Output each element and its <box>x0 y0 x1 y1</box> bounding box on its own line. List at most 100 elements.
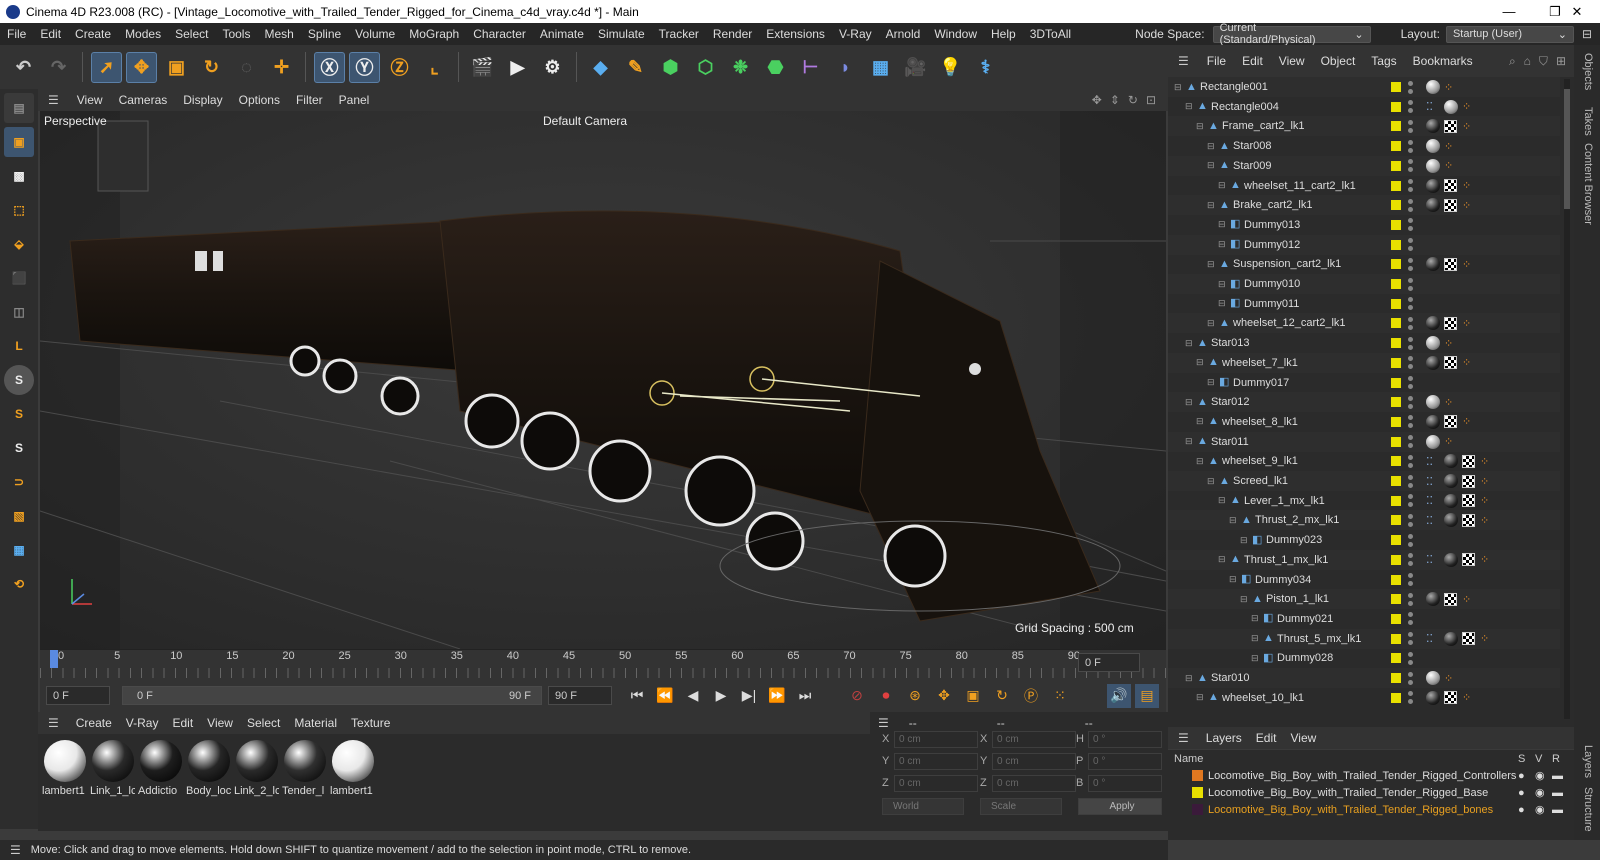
size-x-field[interactable]: 0 cm <box>992 731 1076 748</box>
pen-icon[interactable]: ✎ <box>620 52 651 83</box>
material-menu-texture[interactable]: Texture <box>344 716 397 730</box>
menu-item-arnold[interactable]: Arnold <box>879 27 928 41</box>
coordinate-system-icon[interactable]: ⌞ <box>419 52 450 83</box>
new-window-icon[interactable]: ⊞ <box>1556 54 1566 69</box>
material-name[interactable]: Addictio <box>138 785 183 797</box>
expand-toggle-icon[interactable]: ⊟ <box>1196 416 1204 427</box>
material-tag-icon[interactable] <box>1426 139 1440 154</box>
uvw-tag-icon[interactable] <box>1444 592 1457 606</box>
display-tag-icon[interactable]: ⁚⁚ <box>1426 553 1433 566</box>
visibility-dots-icon[interactable] <box>1408 198 1413 212</box>
visibility-dots-icon[interactable] <box>1408 119 1413 133</box>
uvw-tag-icon[interactable] <box>1444 415 1457 429</box>
menu-item-tools[interactable]: Tools <box>215 27 257 41</box>
visibility-dots-icon[interactable] <box>1408 316 1413 330</box>
layer-color-icon[interactable] <box>1391 101 1401 112</box>
visibility-dots-icon[interactable] <box>1408 356 1413 370</box>
material-tag-icon[interactable] <box>1426 414 1440 429</box>
material-swatch[interactable] <box>44 740 86 782</box>
apply-button[interactable]: Apply <box>1078 798 1162 815</box>
constraint-tag-icon[interactable]: ⁘ <box>1462 317 1471 330</box>
material-tag-icon[interactable] <box>1444 513 1458 528</box>
material-swatch[interactable] <box>284 740 326 782</box>
layer-color-icon[interactable] <box>1391 416 1401 427</box>
object-row[interactable]: ⊟ ◧ Dummy010 <box>1168 274 1560 294</box>
render-toggle-icon[interactable]: ▬ <box>1552 804 1563 816</box>
uvw-tag-icon[interactable] <box>1444 179 1457 192</box>
menu-item-create[interactable]: Create <box>68 27 118 41</box>
model-mode-icon[interactable]: ▣ <box>4 127 34 157</box>
expand-toggle-icon[interactable]: ⊟ <box>1185 436 1193 447</box>
layer-name[interactable]: Locomotive_Big_Boy_with_Trailed_Tender_R… <box>1208 787 1488 799</box>
render-region-icon[interactable]: 🎬 <box>467 52 498 83</box>
material-menu-edit[interactable]: Edit <box>165 716 200 730</box>
floor-icon[interactable]: ▦ <box>865 52 896 83</box>
object-name[interactable]: Brake_cart2_lk1 <box>1233 199 1313 211</box>
playhead-marker[interactable] <box>50 650 58 668</box>
object-name[interactable]: Dummy021 <box>1277 613 1333 625</box>
key-parameter-icon[interactable]: Ⓟ <box>1019 684 1043 708</box>
expand-toggle-icon[interactable]: ⊟ <box>1207 259 1215 270</box>
layer-row[interactable]: Locomotive_Big_Boy_with_Trailed_Tender_R… <box>1168 801 1574 818</box>
visibility-dots-icon[interactable] <box>1408 553 1413 567</box>
key-position-icon[interactable]: ✥ <box>932 684 956 708</box>
layer-color-icon[interactable] <box>1391 200 1401 211</box>
visibility-dots-icon[interactable] <box>1408 218 1413 232</box>
tab-takes[interactable]: Takes <box>1582 107 1594 136</box>
object-name[interactable]: Dummy012 <box>1244 239 1300 251</box>
key-rotation-icon[interactable]: ↻ <box>990 684 1014 708</box>
display-tag-icon[interactable]: ⁚⁚ <box>1426 455 1433 468</box>
visibility-dots-icon[interactable] <box>1408 592 1413 606</box>
layer-name[interactable]: Locomotive_Big_Boy_with_Trailed_Tender_R… <box>1208 804 1493 816</box>
uvw-tag-icon[interactable] <box>1444 257 1457 271</box>
constraint-tag-icon[interactable]: ⁘ <box>1462 120 1471 133</box>
make-editable-icon[interactable]: ▤ <box>4 93 34 123</box>
uvw-tag-icon[interactable] <box>1462 494 1475 508</box>
move-axis-icon[interactable]: ✛ <box>266 52 297 83</box>
material-tag-icon[interactable] <box>1426 316 1440 331</box>
object-row[interactable]: ⊟ ▲ wheelset_12_cart2_lk1 ⁘ <box>1168 313 1560 334</box>
layer-menu-layers[interactable]: Layers <box>1199 731 1249 745</box>
layer-row[interactable]: Locomotive_Big_Boy_with_Trailed_Tender_R… <box>1168 784 1574 801</box>
layer-menu-view[interactable]: View <box>1283 731 1323 745</box>
camera-icon[interactable]: 🎥 <box>900 52 931 83</box>
material-name[interactable]: Tender_l <box>282 785 327 797</box>
uvw-tag-icon[interactable] <box>1462 474 1475 488</box>
layer-color-swatch[interactable] <box>1192 804 1203 815</box>
constraint-tag-icon[interactable]: ⁘ <box>1444 140 1453 153</box>
uvw-tag-icon[interactable] <box>1462 632 1475 646</box>
material-tag-icon[interactable] <box>1444 99 1458 114</box>
previous-key-icon[interactable]: ⏪ <box>653 684 677 708</box>
object-name[interactable]: wheelset_11_cart2_lk1 <box>1244 180 1356 192</box>
viewport-menu-display[interactable]: Display <box>175 93 230 107</box>
material-swatch[interactable] <box>140 740 182 782</box>
extrude-icon[interactable]: ⬡ <box>690 52 721 83</box>
object-name[interactable]: Dummy010 <box>1244 278 1300 290</box>
object-name[interactable]: Dummy023 <box>1266 534 1322 546</box>
layer-color-icon[interactable] <box>1391 692 1401 703</box>
material-menu-v-ray[interactable]: V-Ray <box>119 716 166 730</box>
object-row[interactable]: ⊟ ▲ wheelset_7_lk1 ⁘ <box>1168 352 1560 373</box>
object-name[interactable]: Thrust_2_mx_lk1 <box>1255 514 1339 526</box>
layout-options-icon[interactable]: ⊟ <box>1582 27 1592 41</box>
object-name[interactable]: Rectangle001 <box>1200 81 1268 93</box>
sound-icon[interactable]: 🔊 <box>1107 683 1131 708</box>
object-row[interactable]: ⊟ ▲ wheelset_10_lk1 ⁘ <box>1168 688 1560 708</box>
layer-color-icon[interactable] <box>1391 82 1401 92</box>
expand-toggle-icon[interactable]: ⊟ <box>1251 613 1259 624</box>
material-tag-icon[interactable] <box>1444 454 1458 469</box>
material-tag-icon[interactable] <box>1444 631 1458 646</box>
deformer-icon[interactable]: ⬣ <box>760 52 791 83</box>
layer-color-icon[interactable] <box>1391 141 1401 152</box>
constraint-tag-icon[interactable]: ⁘ <box>1480 475 1489 488</box>
menu-item-animate[interactable]: Animate <box>533 27 591 41</box>
frame-range-slider[interactable]: 0 F 90 F <box>122 686 542 705</box>
object-name[interactable]: wheelset_8_lk1 <box>1222 416 1298 428</box>
y-axis-lock-icon[interactable]: Ⓨ <box>349 51 380 83</box>
layer-color-icon[interactable] <box>1391 673 1401 683</box>
uv-mode-icon[interactable]: ◫ <box>4 297 34 327</box>
material-tag-icon[interactable] <box>1426 434 1440 449</box>
layer-color-icon[interactable] <box>1391 594 1401 605</box>
menu-item-3dtoall[interactable]: 3DToAll <box>1023 27 1078 41</box>
previous-frame-icon[interactable]: ◀ <box>681 684 705 708</box>
